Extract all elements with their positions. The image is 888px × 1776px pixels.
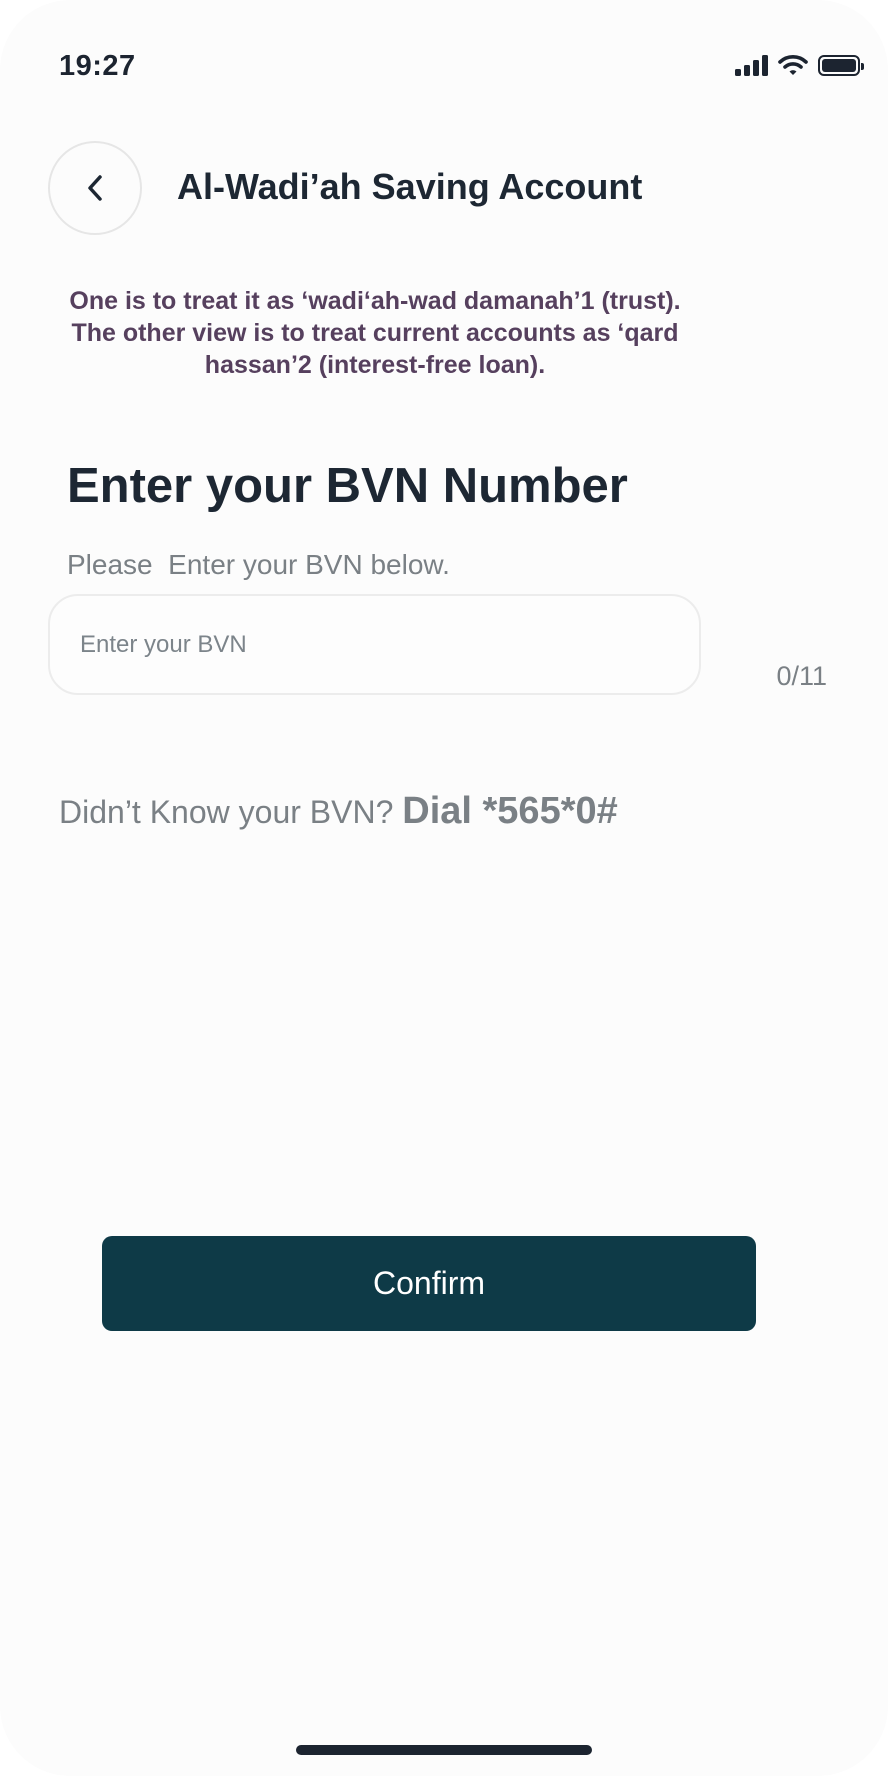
status-icons [735, 54, 864, 76]
battery-icon [818, 54, 864, 76]
bvn-heading: Enter your BVN Number [67, 459, 628, 513]
page-title: Al-Wadi’ah Saving Account [177, 166, 643, 207]
dial-code-link[interactable]: Dial *565*0# [402, 790, 618, 832]
bvn-help-text: Didn’t Know your BVN? [59, 794, 403, 830]
back-button[interactable] [48, 141, 142, 235]
chevron-left-icon [88, 175, 102, 201]
wifi-icon [778, 55, 808, 75]
bvn-input[interactable] [48, 594, 701, 695]
status-time: 19:27 [59, 50, 136, 82]
home-indicator [296, 1745, 592, 1755]
bvn-char-counter: 0/11 [776, 661, 827, 691]
account-description: One is to treat it as ‘wadi‘ah-wad daman… [69, 287, 681, 379]
confirm-button[interactable]: Confirm [102, 1236, 756, 1331]
bvn-help-line: Didn’t Know your BVN? Dial *565*0# [59, 790, 618, 833]
bvn-subtext: Please Enter your BVN below. [67, 549, 450, 580]
phone-screen: 19:27 Al-Wadi’ah Saving Account One is t… [0, 0, 888, 1776]
signal-icon [735, 54, 768, 76]
